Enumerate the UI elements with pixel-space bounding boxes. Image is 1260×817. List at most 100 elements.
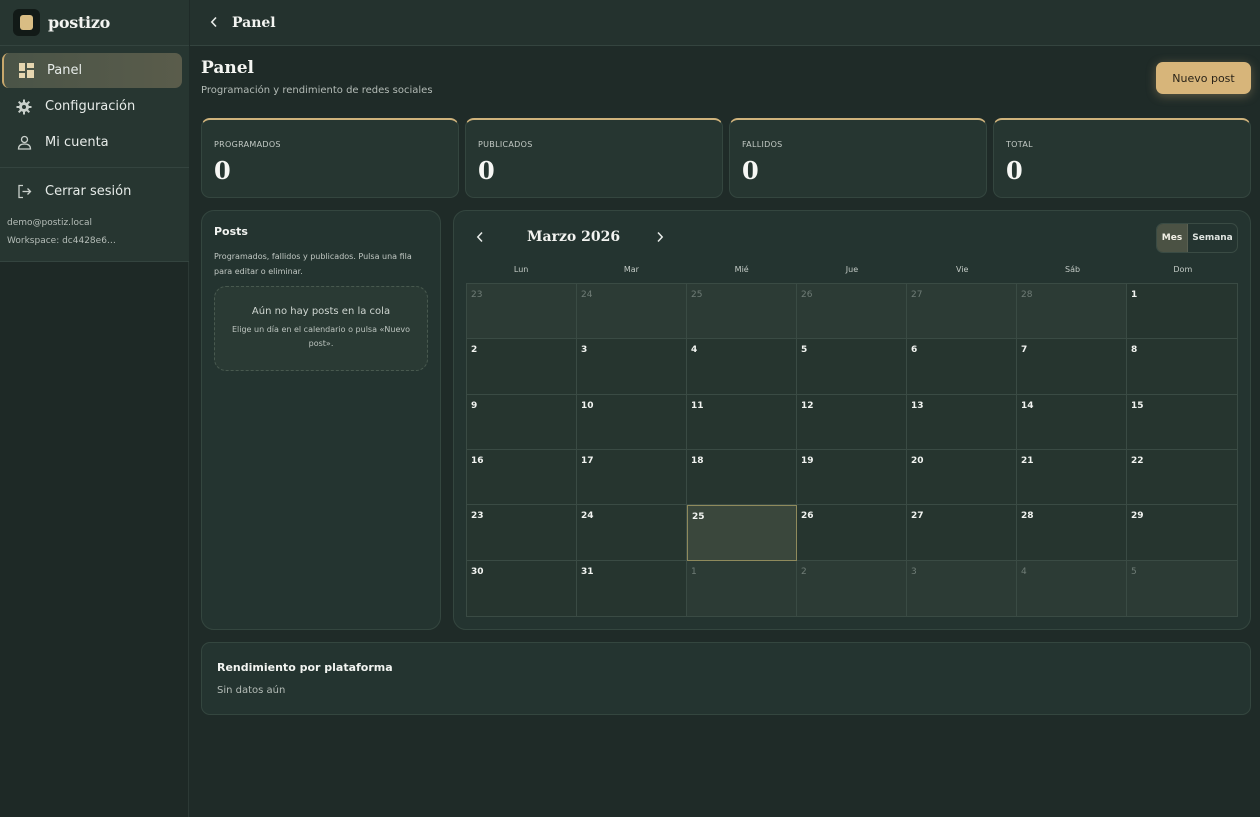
calendar-day-number: 28 [1021,290,1033,300]
calendar-day[interactable]: 21 [1017,449,1127,506]
calendar-day[interactable]: 5 [1127,560,1237,616]
weekday-label: Jue [845,265,859,274]
weekday-label: Lun [513,265,529,274]
calendar-day[interactable]: 24 [577,284,687,340]
calendar-day[interactable]: 27 [907,284,1017,340]
calendar-day[interactable]: 23 [467,284,577,340]
calendar-day[interactable]: 24 [577,505,687,561]
brand[interactable]: postizo [0,0,189,46]
calendar-day[interactable]: 12 [797,394,907,450]
calendar-day-number: 22 [1131,455,1144,466]
dashboard-icon [18,63,34,79]
posts-description: Programados, fallidos y publicados. Puls… [214,252,412,276]
calendar-day-number: 31 [581,566,594,577]
user-icon [16,135,32,151]
stat-value: 0 [214,156,231,185]
logout-button[interactable]: Cerrar sesión [2,174,182,209]
view-week-button[interactable]: Semana [1188,224,1237,252]
stat-card-programados: PROGRAMADOS 0 [201,118,459,198]
calendar-day[interactable]: 14 [1017,394,1127,450]
calendar-day[interactable]: 13 [907,394,1017,450]
calendar-day-number: 7 [1021,345,1028,356]
calendar-day-number: 28 [1021,511,1034,522]
calendar-day-number: 8 [1131,345,1138,356]
logo-icon [13,9,40,36]
view-month-button[interactable]: Mes [1157,224,1188,252]
calendar-day[interactable]: 7 [1017,339,1127,395]
stat-label: PUBLICADOS [478,140,533,149]
sidebar-item-label: Configuración [45,99,136,114]
chevron-right-icon [657,231,664,243]
calendar-day[interactable]: 19 [797,449,907,506]
calendar-day-number: 1 [691,566,697,577]
calendar-day[interactable]: 31 [577,560,687,616]
calendar-day[interactable]: 17 [577,449,687,506]
calendar-day[interactable]: 2 [797,560,907,616]
calendar-day[interactable]: 2 [467,339,577,395]
calendar-day[interactable]: 1 [687,560,797,616]
empty-title: Aún no hay posts en la cola [251,306,391,317]
calendar-day-number: 14 [1021,400,1034,411]
calendar-day-number: 15 [1131,400,1144,411]
calendar-day[interactable]: 25 [687,284,797,340]
calendar-day[interactable]: 28 [1017,505,1127,561]
calendar-day-number: 20 [911,455,924,466]
prev-month-button[interactable] [476,231,484,247]
calendar-day[interactable]: 5 [797,339,907,395]
calendar-day[interactable]: 27 [907,505,1017,561]
calendar-day[interactable]: 9 [467,394,577,450]
stat-card-total: TOTAL 0 [993,118,1251,198]
calendar-day-number: 13 [911,400,924,411]
calendar-day-number: 4 [691,345,698,356]
logout-icon [16,184,32,200]
calendar-day[interactable]: 26 [797,505,907,561]
calendar-day-number: 19 [801,455,814,466]
calendar-day[interactable]: 4 [687,339,797,395]
calendar-grid: 23 24 25 26 27 28 1 2 3 4 5 6 7 8 9 10 11 12 13 14 15 16 17 18 1… [466,283,1238,617]
calendar-day-number: 25 [691,290,703,300]
sidebar-item-configuracion[interactable]: Configuración [2,89,182,124]
stat-label: PROGRAMADOS [214,140,281,149]
stat-label: FALLIDOS [742,140,783,149]
calendar-day[interactable]: 1 [1127,284,1237,340]
calendar-day[interactable]: 3 [907,560,1017,616]
sidebar-item-panel[interactable]: Panel [2,53,182,88]
calendar-day-number: 25 [692,512,705,523]
weekday-label: Dom [1173,265,1193,274]
calendar-day[interactable]: 30 [467,560,577,616]
calendar-day-number: 11 [691,400,704,411]
calendar-day[interactable]: 26 [797,284,907,340]
sidebar-item-mi-cuenta[interactable]: Mi cuenta [2,125,182,160]
calendar-day-number: 9 [471,400,478,411]
sidebar-item-label: Mi cuenta [45,135,109,150]
calendar-month-label: Marzo 2026 [527,229,621,245]
weekday-label: Mié [734,265,749,274]
calendar-day[interactable]: 10 [577,394,687,450]
calendar-day[interactable]: 8 [1127,339,1237,395]
calendar-day[interactable]: 11 [687,394,797,450]
new-post-button[interactable]: Nuevo post [1156,62,1251,94]
calendar-day[interactable]: 3 [577,339,687,395]
calendar-day[interactable]: 23 [467,505,577,561]
calendar-day-number: 3 [581,345,588,356]
calendar-day[interactable]: 15 [1127,394,1237,450]
calendar-day-number: 23 [471,511,484,522]
calendar-day[interactable]: 22 [1127,449,1237,506]
workspace-id: Workspace: dc4428e6… [7,236,116,246]
calendar-day[interactable]: 28 [1017,284,1127,340]
back-button[interactable] [210,13,218,32]
calendar-day[interactable]: 29 [1127,505,1237,561]
weekday-label: Mar [623,265,639,274]
sidebar-panel: postizo Panel Configuración Mi cuenta Ce… [0,0,189,262]
calendar-day-today[interactable]: 25 [687,505,797,561]
calendar-day[interactable]: 6 [907,339,1017,395]
calendar-day-number: 1 [1131,290,1138,300]
next-month-button[interactable] [656,231,664,247]
calendar-day-number: 27 [911,290,923,300]
calendar-day[interactable]: 18 [687,449,797,506]
calendar-day[interactable]: 4 [1017,560,1127,616]
calendar-day-number: 5 [1131,566,1137,577]
calendar-day[interactable]: 16 [467,449,577,506]
calendar-day[interactable]: 20 [907,449,1017,506]
performance-card: Rendimiento por plataforma Sin datos aún [201,642,1251,715]
